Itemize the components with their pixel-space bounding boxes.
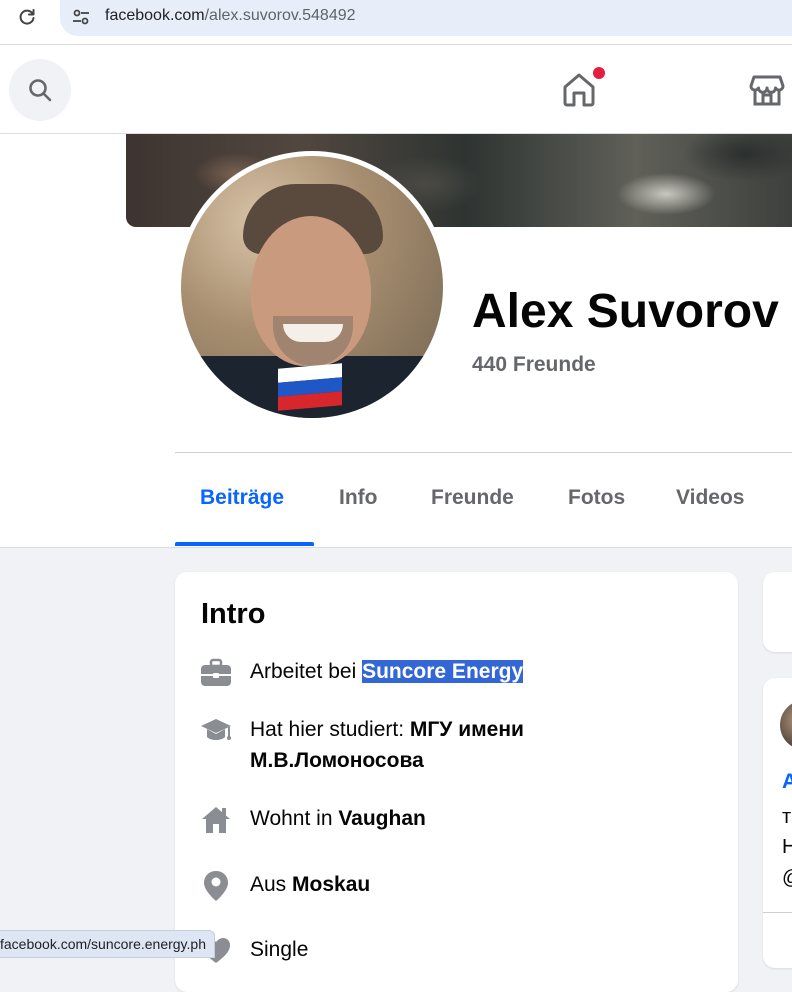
relationship-status: Single	[250, 938, 309, 961]
tabs-divider	[175, 452, 792, 453]
active-tab-indicator	[175, 542, 314, 546]
avatar-smile	[283, 324, 343, 342]
site-settings-icon[interactable]	[70, 6, 92, 28]
briefcase-icon	[199, 656, 233, 690]
intro-card: Intro Arbeitet bei Suncore Energy Hat hi…	[175, 572, 738, 992]
intro-title: Intro	[201, 598, 266, 630]
graduation-cap-icon	[199, 714, 233, 748]
location-pin-icon	[199, 869, 233, 903]
reload-icon[interactable]	[14, 4, 40, 30]
lives-link[interactable]: Vaughan	[338, 807, 426, 830]
intro-relationship: Single	[199, 934, 650, 968]
intro-study: Hat hier studiert: МГУ имени М.В.Ломонос…	[199, 714, 650, 776]
from-link[interactable]: Moskau	[292, 873, 370, 896]
work-prefix: Arbeitet bei	[250, 660, 363, 683]
russian-flag-icon	[278, 363, 342, 411]
link-status-bar: facebook.com/suncore.energy.ph	[0, 930, 215, 958]
facebook-top-nav	[0, 45, 792, 133]
tab-videos[interactable]: Videos	[676, 486, 744, 510]
intro-from: Aus Moskau	[199, 869, 650, 903]
tab-photos[interactable]: Fotos	[568, 486, 625, 510]
post-text-line: Н	[782, 836, 792, 858]
post-card: A т Н @	[763, 678, 792, 968]
from-prefix: Aus	[250, 873, 293, 896]
url-domain: facebook.com	[105, 7, 205, 24]
post-text-line: т	[782, 806, 792, 828]
friends-count[interactable]: 440 Freunde	[472, 353, 596, 377]
composer-card[interactable]	[763, 572, 792, 652]
tab-friends[interactable]: Freunde	[431, 486, 514, 510]
intro-lives: Wohnt in Vaughan	[199, 803, 650, 837]
post-text-line: @	[782, 867, 792, 890]
marketplace-icon	[749, 75, 785, 106]
notification-dot	[592, 66, 606, 80]
browser-address-bar: facebook.com/alex.suvorov.548492	[0, 0, 792, 45]
lives-prefix: Wohnt in	[250, 807, 339, 830]
study-prefix: Hat hier studiert:	[250, 718, 410, 741]
profile-name: Alex Suvorov	[472, 285, 779, 338]
tab-info[interactable]: Info	[339, 486, 377, 510]
post-author-avatar[interactable]	[780, 700, 792, 750]
url-text[interactable]: facebook.com/alex.suvorov.548492	[105, 7, 356, 25]
intro-work: Arbeitet bei Suncore Energy	[199, 656, 650, 690]
house-icon	[199, 803, 233, 837]
profile-picture[interactable]	[176, 151, 448, 423]
post-author-name[interactable]: A	[782, 770, 792, 794]
url-path: /alex.suvorov.548492	[204, 7, 356, 24]
tab-posts[interactable]: Beiträge	[200, 486, 284, 510]
post-divider	[763, 912, 792, 913]
search-icon	[29, 79, 52, 102]
profile-header: Alex Suvorov 440 Freunde Beiträge Info F…	[0, 134, 792, 548]
avatar	[181, 156, 443, 418]
search-button[interactable]	[9, 59, 71, 121]
marketplace-button[interactable]	[744, 67, 790, 113]
work-link[interactable]: Suncore Energy	[362, 660, 524, 683]
